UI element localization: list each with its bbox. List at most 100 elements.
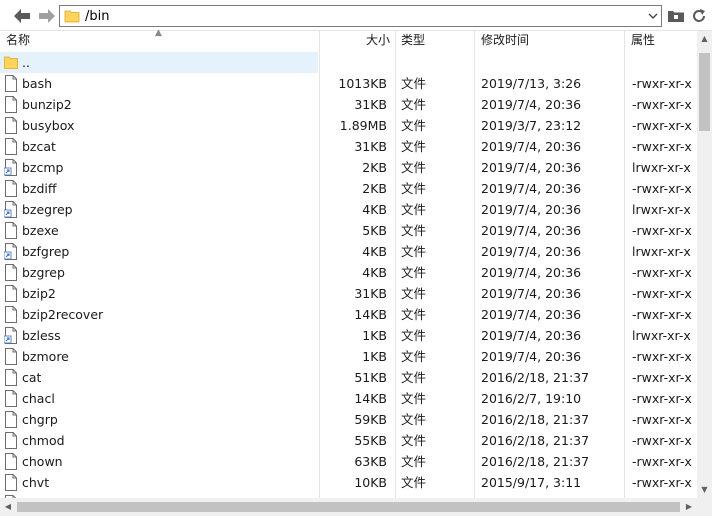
table-row[interactable]: chmod 55KB 文件 2016/2/18, 21:37 -rwxr-xr-x [0, 430, 697, 451]
file-name: .. [22, 55, 30, 70]
table-row[interactable]: .. [0, 52, 697, 73]
file-size: 1KB [362, 328, 387, 343]
file-size: 10KB [354, 475, 387, 490]
file-attributes: -rwxr-xr-x [632, 433, 692, 448]
file-name: chgrp [22, 412, 58, 427]
file-modified: 2019/7/4, 20:36 [481, 244, 582, 259]
file-modified: 2019/7/4, 20:36 [481, 202, 582, 217]
table-row[interactable]: bzexe 5KB 文件 2019/7/4, 20:36 -rwxr-xr-x [0, 220, 697, 241]
refresh-icon[interactable] [690, 7, 708, 25]
file-type: 文件 [401, 475, 427, 490]
file-modified: 2016/2/18, 21:37 [481, 433, 590, 448]
file-name: bzcat [22, 139, 56, 154]
file-icon [5, 390, 17, 407]
file-size: 51KB [354, 370, 387, 385]
file-icon [5, 306, 17, 323]
file-type: 文件 [401, 433, 427, 448]
table-row[interactable]: bzcat 31KB 文件 2019/7/4, 20:36 -rwxr-xr-x [0, 136, 697, 157]
table-row[interactable]: chvt 10KB 文件 2015/9/17, 3:11 -rwxr-xr-x [0, 472, 697, 493]
table-row[interactable]: chacl 14KB 文件 2016/2/7, 19:10 -rwxr-xr-x [0, 388, 697, 409]
vertical-scrollbar[interactable]: ▲ ▼ [697, 31, 712, 498]
table-row[interactable]: bzcmp 2KB 文件 2019/7/4, 20:36 lrwxr-xr-x [0, 157, 697, 178]
file-type: 文件 [401, 286, 427, 301]
file-name: bash [22, 76, 53, 91]
file-name: bzcmp [22, 160, 64, 175]
file-size: 14KB [354, 391, 387, 406]
table-row[interactable]: bzip2 31KB 文件 2019/7/4, 20:36 -rwxr-xr-x [0, 283, 697, 304]
table-row[interactable]: chown 63KB 文件 2016/2/18, 21:37 -rwxr-xr-x [0, 451, 697, 472]
link-file-icon [4, 243, 17, 260]
file-attributes: -rwxr-xr-x [632, 265, 692, 280]
column-header: 名称 ▲ 大小 类型 修改时间 属性 [0, 28, 697, 51]
file-type: 文件 [401, 307, 427, 322]
arrow-right-icon[interactable] [37, 6, 57, 26]
table-row[interactable]: cat 51KB 文件 2016/2/18, 21:37 -rwxr-xr-x [0, 367, 697, 388]
file-type: 文件 [401, 181, 427, 196]
column-type-header[interactable]: 类型 [401, 31, 425, 51]
file-modified: 2019/7/4, 20:36 [481, 286, 582, 301]
file-attributes: lrwxr-xr-x [632, 244, 691, 259]
table-row[interactable]: bzdiff 2KB 文件 2019/7/4, 20:36 -rwxr-xr-x [0, 178, 697, 199]
file-list: .. bash 1013KB 文件 2019/7/13, 3:26 -rwxr-xr-x b… [0, 51, 697, 498]
file-name: chacl [22, 391, 55, 406]
address-bar[interactable]: /bin [59, 5, 662, 27]
file-modified: 2015/9/17, 3:11 [481, 475, 582, 490]
row-name-cell[interactable] [0, 367, 318, 388]
file-attributes: -rwxr-xr-x [632, 475, 692, 490]
file-icon [5, 474, 17, 491]
file-size: 31KB [354, 139, 387, 154]
file-name: bzegrep [22, 202, 73, 217]
table-row[interactable]: bash 1013KB 文件 2019/7/13, 3:26 -rwxr-xr-x [0, 73, 697, 94]
column-modified-header[interactable]: 修改时间 [481, 31, 529, 51]
file-size: 4KB [362, 244, 387, 259]
scroll-down-icon[interactable]: ▼ [697, 482, 712, 498]
folder-icon[interactable] [667, 7, 685, 25]
table-row[interactable]: bzmore 1KB 文件 2019/7/4, 20:36 -rwxr-xr-x [0, 346, 697, 367]
scroll-thumb[interactable] [699, 53, 710, 131]
file-type: 文件 [401, 349, 427, 364]
file-size: 14KB [354, 307, 387, 322]
row-name-cell[interactable] [0, 52, 318, 73]
file-size: 4KB [362, 202, 387, 217]
file-name: bzip2recover [22, 307, 104, 322]
arrow-left-icon[interactable] [12, 6, 32, 26]
file-size: 31KB [354, 286, 387, 301]
file-icon [5, 369, 17, 386]
file-icon [5, 75, 17, 92]
file-size: 2KB [362, 181, 387, 196]
scroll-left-icon[interactable]: ◀ [0, 498, 16, 516]
file-type: 文件 [401, 391, 427, 406]
table-row[interactable]: bzegrep 4KB 文件 2019/7/4, 20:36 lrwxr-xr-x [0, 199, 697, 220]
file-name: bzgrep [22, 265, 65, 280]
column-attr-header[interactable]: 属性 [631, 31, 655, 51]
file-type: 文件 [401, 412, 427, 427]
file-name: bzmore [22, 349, 69, 364]
table-row[interactable]: bunzip2 31KB 文件 2019/7/4, 20:36 -rwxr-xr-x [0, 94, 697, 115]
scroll-up-icon[interactable]: ▲ [697, 31, 712, 47]
file-icon [5, 411, 17, 428]
table-row[interactable]: bzfgrep 4KB 文件 2019/7/4, 20:36 lrwxr-xr-x [0, 241, 697, 262]
file-modified: 2019/7/13, 3:26 [481, 76, 582, 91]
table-row[interactable]: bzgrep 4KB 文件 2019/7/4, 20:36 -rwxr-xr-x [0, 262, 697, 283]
table-row[interactable]: chgrp 59KB 文件 2016/2/18, 21:37 -rwxr-xr-x [0, 409, 697, 430]
column-name-header[interactable]: 名称 [6, 31, 30, 51]
file-modified: 2019/7/4, 20:36 [481, 265, 582, 280]
file-modified: 2019/7/4, 20:36 [481, 97, 582, 112]
column-size-header[interactable]: 大小 [366, 31, 390, 51]
file-modified: 2019/7/4, 20:36 [481, 160, 582, 175]
horizontal-scrollbar[interactable]: ◀ ▶ [0, 498, 697, 516]
table-row[interactable]: busybox 1.89MB 文件 2019/3/7, 23:12 -rwxr-xr-x [0, 115, 697, 136]
chevron-down-icon[interactable] [647, 10, 659, 22]
scroll-right-icon[interactable]: ▶ [681, 498, 697, 516]
file-name: bzip2 [22, 286, 56, 301]
file-attributes: -rwxr-xr-x [632, 76, 692, 91]
scroll-thumb[interactable] [17, 502, 680, 512]
table-row[interactable]: bzip2recover 14KB 文件 2019/7/4, 20:36 -rwxr-x… [0, 304, 697, 325]
file-attributes: -rwxr-xr-x [632, 139, 692, 154]
file-type: 文件 [401, 244, 427, 259]
file-type: 文件 [401, 223, 427, 238]
folder-icon [4, 56, 18, 69]
table-row[interactable]: bzless 1KB 文件 2019/7/4, 20:36 lrwxr-xr-x [0, 325, 697, 346]
file-name: cat [22, 370, 42, 385]
file-modified: 2019/7/4, 20:36 [481, 139, 582, 154]
